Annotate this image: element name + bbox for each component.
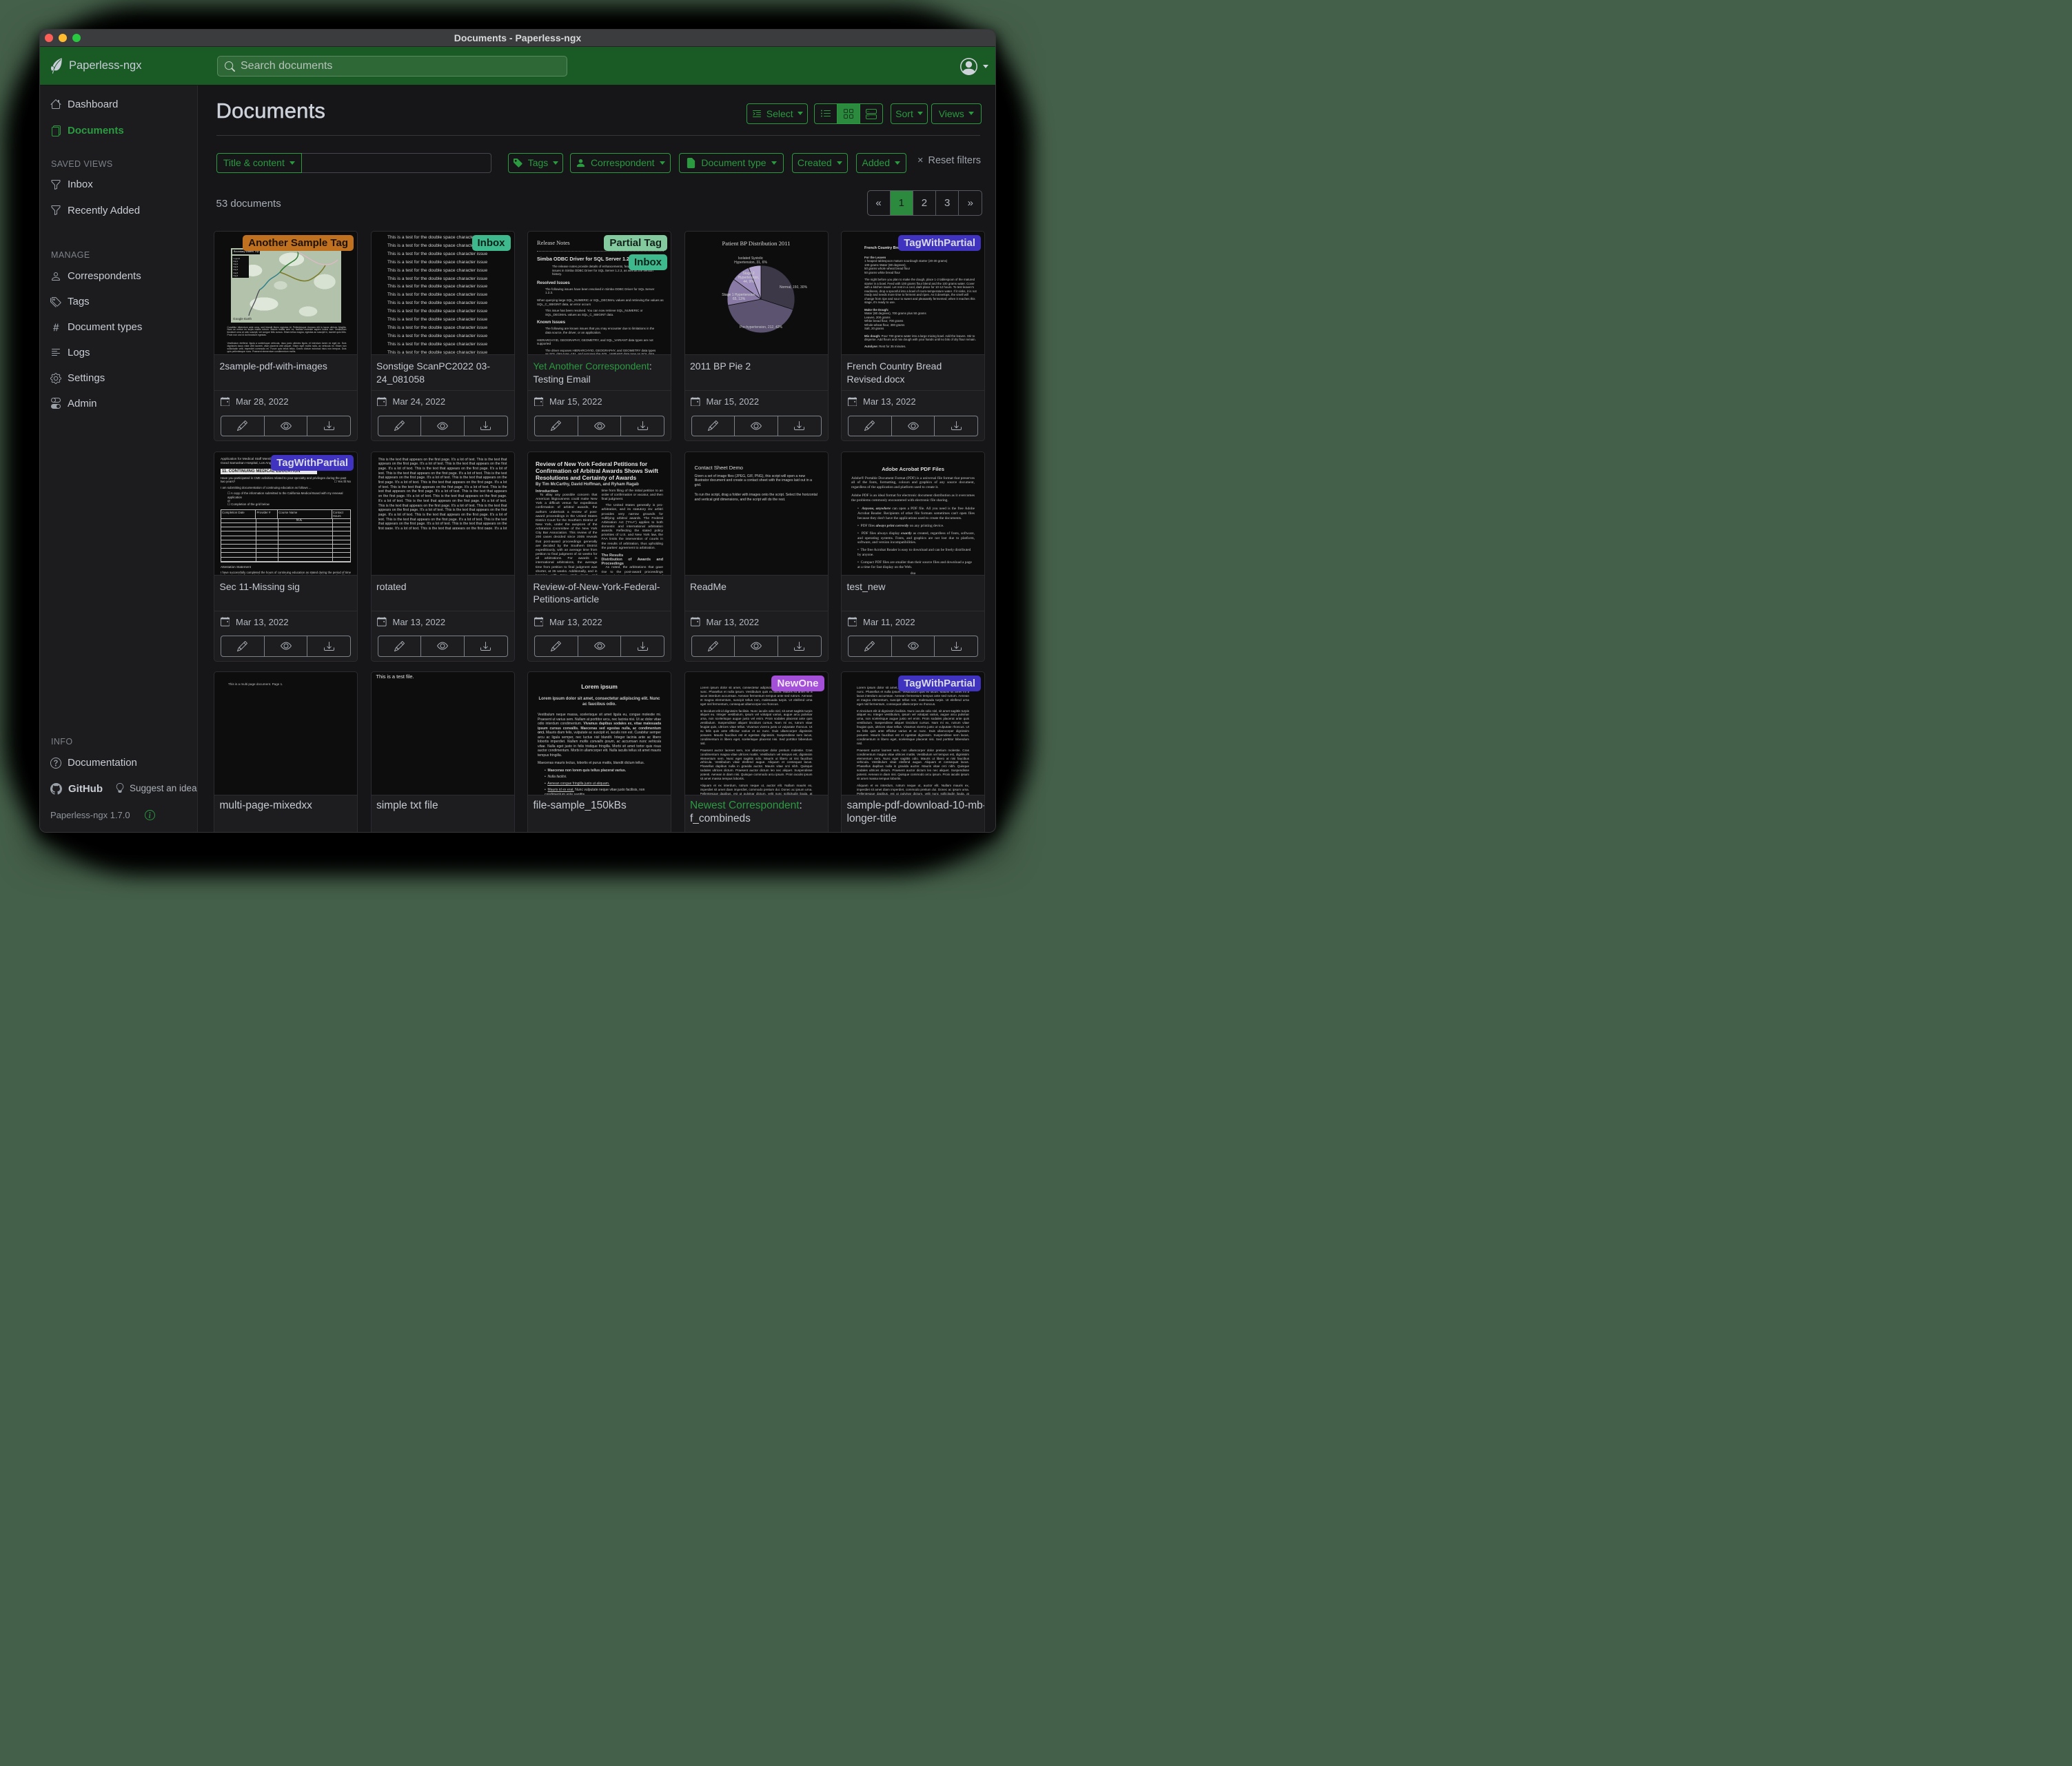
svg-text:Normal, 150, 30%: Normal, 150, 30% xyxy=(780,285,808,290)
svg-text:65, 13%: 65, 13% xyxy=(732,297,745,301)
svg-text:Patient BP Distribution 2011: Patient BP Distribution 2011 xyxy=(722,240,790,247)
svg-text:Pre-hypertension, 212, 42%: Pre-hypertension, 212, 42% xyxy=(740,325,783,329)
svg-text:Hypertension, 31, 6%: Hypertension, 31, 6% xyxy=(734,261,767,265)
svg-text:44, 9%: 44, 9% xyxy=(743,280,754,284)
